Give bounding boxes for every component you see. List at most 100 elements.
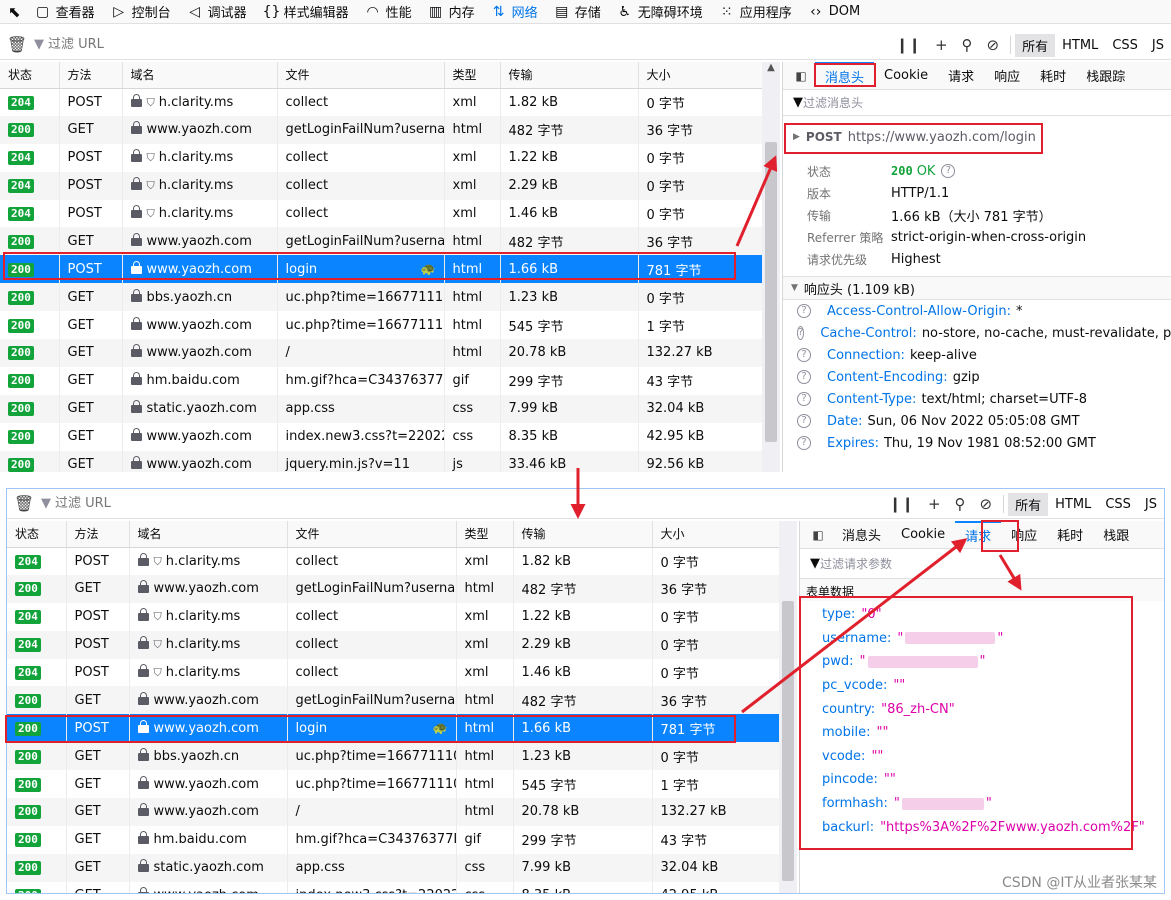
tab-storage[interactable]: ▤ 存储 xyxy=(546,0,609,24)
request-url-line[interactable]: ▶ POST https://www.yaozh.com/login xyxy=(783,122,1171,152)
clear-trash-icon[interactable]: 🗑 xyxy=(0,35,34,54)
pause-icon[interactable]: ❙❙ xyxy=(889,36,928,54)
help-icon[interactable]: ? xyxy=(797,326,805,340)
form-field-row[interactable]: pc_vcode: "" xyxy=(800,674,1164,698)
table-row[interactable]: 200 GET www.yaozh.com getLoginFailNum?usern… xyxy=(7,686,780,715)
search-icon[interactable]: ⚲ xyxy=(948,495,973,513)
table-row[interactable]: 200 GET hm.baidu.com hm.gif?hca=C34376377B4… xyxy=(7,825,780,854)
help-icon[interactable]: ? xyxy=(797,348,811,362)
help-icon[interactable]: ? xyxy=(797,436,811,450)
column-header[interactable]: 文件 xyxy=(277,62,445,89)
scrollbar-thumb[interactable] xyxy=(765,142,777,442)
form-field-row[interactable]: backurl: "https%3A%2F%2Fwww.yaozh.com%2F" xyxy=(800,815,1164,839)
tab-debugger[interactable]: ◁ 调试器 xyxy=(179,0,255,24)
side-tab[interactable]: Cookie xyxy=(891,521,955,549)
help-icon[interactable]: ? xyxy=(941,164,956,178)
side-tab[interactable]: 请求 xyxy=(955,521,1002,549)
column-header[interactable]: 大小 xyxy=(652,521,780,548)
column-header[interactable]: 传输 xyxy=(500,62,639,89)
tab-accessibility[interactable]: ♿ 无障碍环境 xyxy=(609,0,711,24)
table-row[interactable]: 204 POST ⛉ h.clarity.ms collect xml 1.82 kB 0 字… xyxy=(7,547,780,575)
add-icon[interactable]: + xyxy=(928,36,955,54)
response-header-row[interactable]: ? Content-Type: text/html; charset=UTF-8 xyxy=(783,388,1171,410)
response-header-row[interactable]: ? Connection: keep-alive xyxy=(783,344,1171,366)
sidebar-toggle-icon[interactable]: ◧ xyxy=(808,528,828,542)
column-header[interactable]: 方法 xyxy=(66,521,130,548)
column-header[interactable]: 传输 xyxy=(513,521,653,548)
table-row[interactable]: 204 POST ⛉ h.clarity.ms collect xml 1.46 kB 0 字… xyxy=(0,199,763,228)
table-row[interactable]: 200 GET static.yaozh.com app.css css 7.99 kB 3… xyxy=(7,853,780,882)
table-row[interactable]: 200 GET www.yaozh.com / html 20.78 kB 132.27 k… xyxy=(7,798,780,826)
column-header[interactable]: 文件 xyxy=(287,521,457,548)
table-row[interactable]: 200 GET www.yaozh.com getLoginFailNum?usern… xyxy=(0,115,763,144)
form-field-row[interactable]: formhash: " " xyxy=(800,792,1164,816)
filter-type-js[interactable]: JS xyxy=(1145,36,1171,55)
table-row[interactable]: 200 GET www.yaozh.com index.new3.css?t=2202… xyxy=(7,881,780,893)
help-icon[interactable]: ? xyxy=(797,392,811,406)
table-row[interactable]: 200 POST www.yaozh.com login 🐢 html 1.66 kB 781… xyxy=(0,255,763,284)
side-tab[interactable]: 耗时 xyxy=(1030,62,1076,90)
response-header-row[interactable]: ? Access-Control-Allow-Origin: * xyxy=(783,300,1171,322)
response-headers-section[interactable]: ▼ 响应头 (1.109 kB) xyxy=(783,276,1171,300)
form-field-row[interactable]: username: " " xyxy=(800,627,1164,651)
filter-type-css[interactable]: CSS xyxy=(1105,36,1145,55)
help-icon[interactable]: ? xyxy=(797,414,811,428)
column-header[interactable]: 类型 xyxy=(456,521,514,548)
table-row[interactable]: 200 GET bbs.yaozh.cn uc.php?time=1667711108… xyxy=(7,742,780,771)
clear-trash-icon[interactable]: 🗑 xyxy=(7,494,41,513)
form-field-row[interactable]: vcode: "" xyxy=(800,745,1164,769)
search-icon[interactable]: ⚲ xyxy=(955,36,980,54)
table-row[interactable]: 200 GET static.yaozh.com app.css css 7.99 kB 3… xyxy=(0,394,763,423)
scrollbar[interactable] xyxy=(779,521,797,893)
table-row[interactable]: 200 GET hm.baidu.com hm.gif?hca=C34376377B4… xyxy=(0,366,763,395)
table-row[interactable]: 204 POST ⛉ h.clarity.ms collect xml 2.29 kB 0 字… xyxy=(0,171,763,200)
form-field-row[interactable]: country: "86_zh-CN" xyxy=(800,697,1164,721)
filter-type-html[interactable]: HTML xyxy=(1055,36,1105,55)
scroll-up-arrow[interactable]: ▲ xyxy=(762,62,780,73)
column-header[interactable]: 状态 xyxy=(7,521,67,548)
tab-inspector[interactable]: ▢ 查看器 xyxy=(27,0,103,24)
table-row[interactable]: 204 POST ⛉ h.clarity.ms collect xml 1.22 kB 0 字… xyxy=(0,143,763,172)
scrollbar-thumb[interactable] xyxy=(782,601,794,881)
scrollbar[interactable]: ▲ xyxy=(762,62,780,472)
filter-type-all[interactable]: 所有 xyxy=(1015,33,1056,57)
side-tab[interactable]: Cookie xyxy=(874,62,938,90)
collapse-arrow-icon[interactable]: ▼ xyxy=(791,283,798,293)
form-field-row[interactable]: mobile: "" xyxy=(800,721,1164,745)
side-tab[interactable]: 响应 xyxy=(1001,521,1047,549)
tab-style-editor[interactable]: {} 样式编辑器 xyxy=(255,0,357,24)
table-row[interactable]: 200 GET www.yaozh.com getLoginFailNum?usern… xyxy=(7,574,780,603)
filter-type-js[interactable]: JS xyxy=(1138,495,1164,514)
response-header-row[interactable]: ? Expires: Thu, 19 Nov 1981 08:52:00 GMT xyxy=(783,432,1171,454)
table-row[interactable]: 204 POST ⛉ h.clarity.ms collect xml 1.22 kB 0 字… xyxy=(7,602,780,631)
side-tab[interactable]: 栈跟踪 xyxy=(1076,62,1135,90)
column-header[interactable]: 方法 xyxy=(59,62,123,89)
table-row[interactable]: 204 POST ⛉ h.clarity.ms collect xml 1.82 kB 0 字… xyxy=(0,88,763,116)
table-row[interactable]: 200 POST www.yaozh.com login 🐢 html 1.66 kB 781… xyxy=(7,714,780,743)
column-header[interactable]: 状态 xyxy=(0,62,60,89)
table-row[interactable]: 200 GET www.yaozh.com uc.php?time=166771110… xyxy=(0,311,763,340)
filter-type-html[interactable]: HTML xyxy=(1048,495,1098,514)
side-tab[interactable]: 消息头 xyxy=(815,62,875,90)
column-header[interactable]: 类型 xyxy=(444,62,501,89)
filter-type-css[interactable]: CSS xyxy=(1098,495,1138,514)
side-tab[interactable]: 栈跟 xyxy=(1093,521,1139,549)
side-tab[interactable]: 消息头 xyxy=(832,521,891,549)
side-tab[interactable]: 响应 xyxy=(984,62,1030,90)
filter-url-input[interactable] xyxy=(55,496,455,511)
response-header-row[interactable]: ? Date: Sun, 06 Nov 2022 05:05:08 GMT xyxy=(783,410,1171,432)
tab-memory[interactable]: ▥ 内存 xyxy=(420,0,483,24)
side-tab[interactable]: 耗时 xyxy=(1047,521,1093,549)
form-field-row[interactable]: type: "0" xyxy=(800,603,1164,627)
block-icon[interactable]: ⊘ xyxy=(973,495,1000,513)
column-header[interactable]: 域名 xyxy=(129,521,288,548)
table-row[interactable]: 200 GET www.yaozh.com / html 20.78 kB 132.27 k… xyxy=(0,339,763,367)
tab-dom[interactable]: ‹› DOM xyxy=(800,0,868,24)
column-header[interactable]: 域名 xyxy=(122,62,278,89)
response-header-row[interactable]: ? Content-Encoding: gzip xyxy=(783,366,1171,388)
add-icon[interactable]: + xyxy=(921,495,948,513)
tab-console[interactable]: ▷ 控制台 xyxy=(103,0,179,24)
element-picker-icon[interactable]: ⬉ xyxy=(0,0,27,24)
table-row[interactable]: 200 GET bbs.yaozh.cn uc.php?time=1667711108… xyxy=(0,283,763,312)
column-header[interactable]: 大小 xyxy=(638,62,763,89)
